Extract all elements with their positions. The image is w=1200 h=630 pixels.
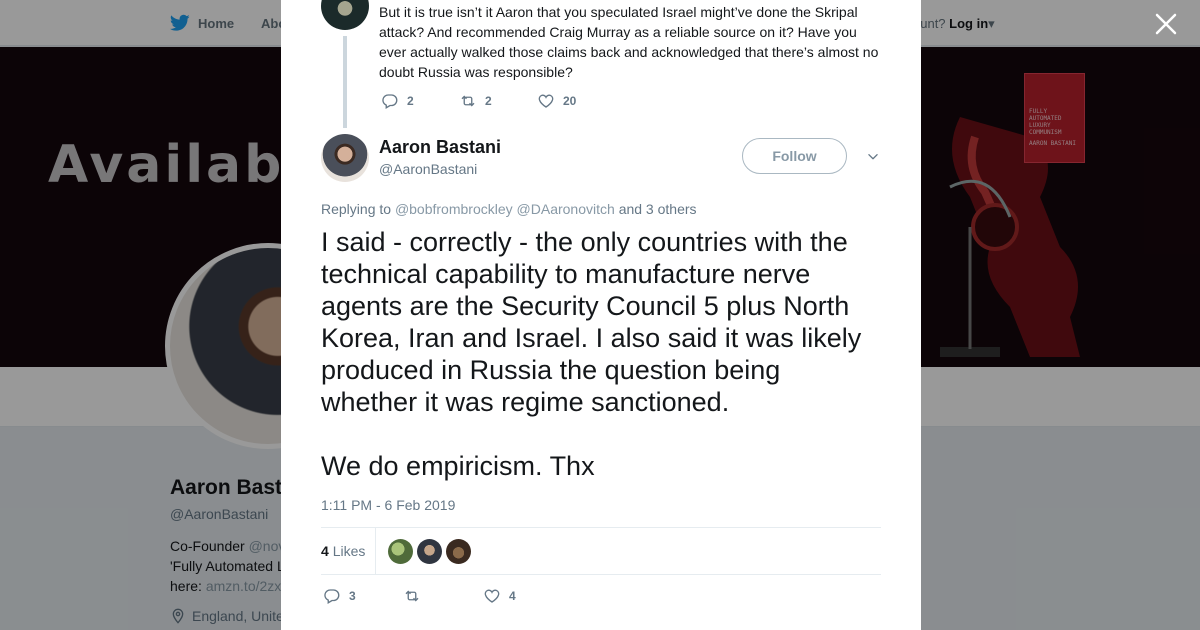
likes-stat[interactable]: 4 Likes bbox=[321, 543, 365, 559]
reply-count: 3 bbox=[349, 589, 356, 603]
parent-like-count: 20 bbox=[563, 94, 577, 108]
liker-avatar[interactable] bbox=[446, 539, 471, 564]
reply-icon bbox=[382, 94, 398, 109]
like-count: 4 bbox=[509, 589, 516, 603]
liker-avatar[interactable] bbox=[417, 539, 442, 564]
stats-divider bbox=[375, 528, 376, 575]
main-tweet-author-name[interactable]: Aaron Bastani bbox=[379, 137, 501, 158]
likes-stat-label: Likes bbox=[332, 543, 366, 559]
reply-user-link-2[interactable]: @DAaronovitch bbox=[517, 201, 615, 217]
retweet-button[interactable] bbox=[403, 587, 483, 605]
reply-icon bbox=[324, 589, 340, 604]
close-icon[interactable] bbox=[1154, 12, 1178, 36]
reply-button[interactable]: 3 bbox=[323, 587, 403, 605]
chevron-down-icon[interactable] bbox=[866, 150, 880, 164]
replying-prefix: Replying to bbox=[321, 201, 392, 217]
parent-avatar[interactable] bbox=[321, 0, 369, 30]
main-tweet-header: Aaron Bastani @AaronBastani Follow bbox=[321, 134, 881, 184]
likes-stat-count: 4 bbox=[321, 543, 329, 559]
main-tweet-author-handle[interactable]: @AaronBastani bbox=[379, 161, 477, 177]
liker-avatar[interactable] bbox=[388, 539, 413, 564]
parent-tweet-text: But it is true isn’t it Aaron that you s… bbox=[379, 4, 879, 80]
reply-user-link-1[interactable]: @bobfrombrockley bbox=[395, 201, 513, 217]
replying-to: Replying to @bobfrombrockley @DAaronovit… bbox=[321, 201, 697, 217]
retweet-icon bbox=[405, 590, 419, 602]
like-button[interactable]: 4 bbox=[483, 587, 563, 605]
parent-retweet-count: 2 bbox=[485, 94, 492, 108]
parent-like-button[interactable]: 20 bbox=[537, 92, 615, 110]
retweet-icon bbox=[461, 95, 475, 107]
heart-icon bbox=[538, 94, 554, 108]
parent-actions: 2 2 20 bbox=[381, 92, 615, 110]
parent-retweet-button[interactable]: 2 bbox=[459, 92, 537, 110]
tweet-stats: 4 Likes bbox=[321, 527, 881, 575]
follow-button[interactable]: Follow bbox=[742, 138, 847, 174]
main-avatar[interactable] bbox=[321, 134, 369, 182]
heart-icon bbox=[484, 589, 500, 603]
tweet-timestamp[interactable]: 1:11 PM - 6 Feb 2019 bbox=[321, 497, 455, 513]
main-tweet-text: I said - correctly - the only countries … bbox=[321, 226, 881, 482]
reply-others[interactable]: and 3 others bbox=[619, 201, 697, 217]
tweet-paragraph-1: I said - correctly - the only countries … bbox=[321, 227, 862, 417]
tweet-modal: But it is true isn’t it Aaron that you s… bbox=[281, 0, 921, 630]
tweet-paragraph-2: We do empiricism. Thx bbox=[321, 451, 595, 481]
parent-reply-count: 2 bbox=[407, 94, 414, 108]
thread-line bbox=[343, 36, 347, 128]
main-tweet-actions: 3 4 bbox=[323, 587, 563, 605]
parent-reply-button[interactable]: 2 bbox=[381, 92, 459, 110]
